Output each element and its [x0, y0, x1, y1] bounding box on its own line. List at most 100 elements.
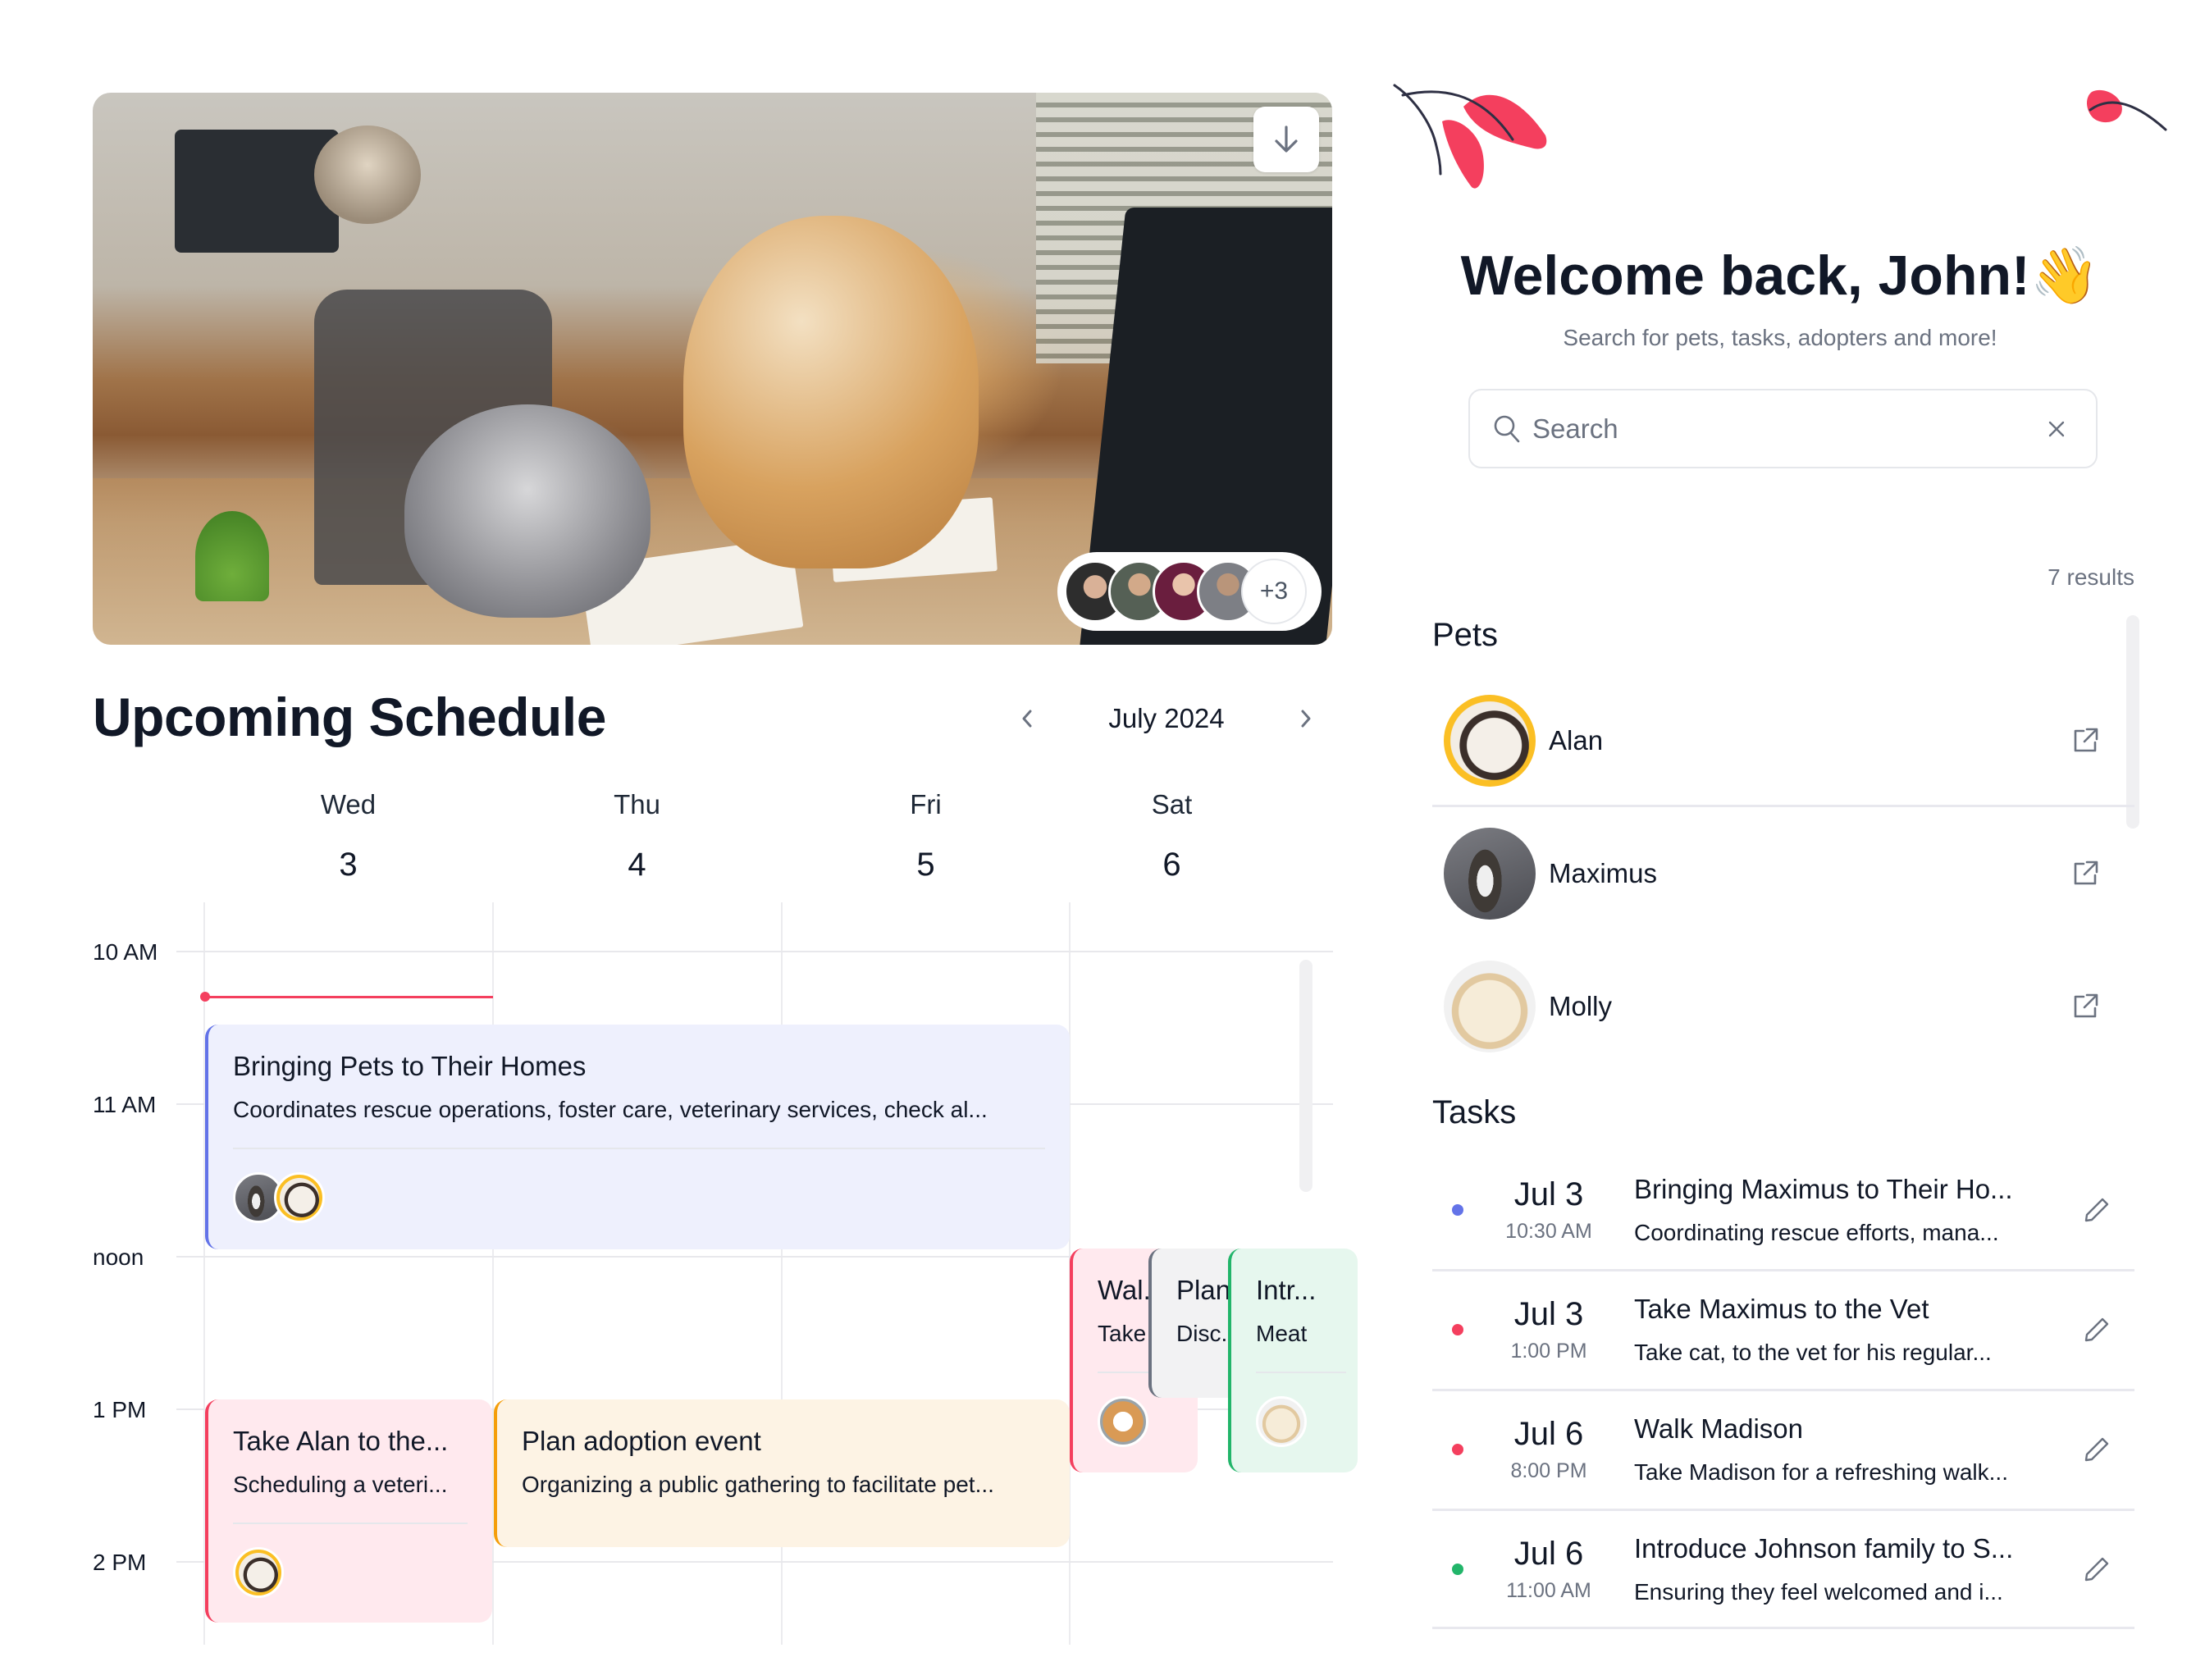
- hour-gridline: [176, 951, 1333, 952]
- event-description: Disc...: [1176, 1321, 1235, 1346]
- task-status-dot: [1452, 1204, 1463, 1216]
- task-time: 1:00 PM: [1510, 1340, 1587, 1363]
- day-header-thu[interactable]: Thu 4: [493, 789, 781, 883]
- pet-avatar-molly[interactable]: [1256, 1396, 1307, 1447]
- current-time-dot: [200, 992, 210, 1002]
- event-divider: [233, 1148, 1045, 1149]
- list-divider: [1432, 1627, 2134, 1629]
- event-pet-avatars: [1256, 1396, 1346, 1447]
- day-header-sat[interactable]: Sat 6: [1028, 789, 1316, 883]
- task-title: Walk Madison: [1634, 1413, 1804, 1444]
- event-divider: [1256, 1372, 1346, 1373]
- event-introduce[interactable]: Intr... Meat: [1228, 1249, 1358, 1472]
- welcome-text: Welcome back, John!: [1460, 244, 2030, 307]
- search-input[interactable]: [1532, 413, 2040, 445]
- day-number: 5: [916, 847, 935, 883]
- event-title: Plan: [1176, 1275, 1231, 1305]
- pet-list-item[interactable]: Molly: [1432, 949, 2134, 1064]
- event-description: Scheduling a veteri...: [233, 1472, 448, 1497]
- task-description: Ensuring they feel welcomed and i...: [1634, 1579, 2003, 1605]
- external-link-icon: [2074, 861, 2098, 885]
- task-date: Jul 3 1:00 PM: [1485, 1296, 1613, 1363]
- day-number: 3: [339, 847, 358, 883]
- edit-task-button[interactable]: [2077, 1310, 2116, 1349]
- edit-task-button[interactable]: [2077, 1190, 2116, 1230]
- month-label: July 2024: [1108, 703, 1225, 733]
- more-members-count[interactable]: +3: [1241, 559, 1307, 624]
- event-title: Bringing Pets to Their Homes: [233, 1051, 587, 1081]
- arrow-down-icon: [1275, 126, 1298, 153]
- prev-month-button[interactable]: [1011, 699, 1043, 738]
- schedule-title: Upcoming Schedule: [93, 687, 606, 747]
- clear-search-button[interactable]: [2040, 413, 2073, 445]
- task-day: Jul 3: [1513, 1296, 1584, 1332]
- list-divider: [1432, 805, 2134, 807]
- task-time: 8:00 PM: [1510, 1459, 1587, 1482]
- download-button[interactable]: [1253, 107, 1319, 172]
- task-title: Introduce Johnson family to S...: [1634, 1533, 2014, 1564]
- event-take-alan-vet[interactable]: Take Alan to the... Scheduling a veteri.…: [205, 1399, 492, 1623]
- task-body: Walk Madison Take Madison for a refreshi…: [1634, 1413, 2036, 1486]
- pet-avatar-molly: [1444, 961, 1536, 1052]
- task-status-dot: [1452, 1564, 1463, 1575]
- open-pet-button[interactable]: [2066, 987, 2105, 1026]
- hour-label: 2 PM: [93, 1550, 147, 1575]
- event-description: Meat: [1256, 1321, 1308, 1346]
- hero-cat: [404, 404, 651, 618]
- open-pet-button[interactable]: [2066, 721, 2105, 760]
- event-description: Organizing a public gathering to facilit…: [522, 1472, 994, 1497]
- hero-back-monitor: [175, 130, 339, 253]
- pet-name: Molly: [1549, 991, 1613, 1021]
- calendar-scrollbar[interactable]: [1299, 960, 1312, 1192]
- pencil-icon: [2084, 1557, 2109, 1582]
- task-description: Coordinating rescue efforts, mana...: [1634, 1220, 1999, 1245]
- current-time-indicator: [204, 996, 493, 998]
- task-day: Jul 6: [1513, 1536, 1584, 1572]
- task-description: Take cat, to the vet for his regular...: [1634, 1340, 1992, 1365]
- event-description: Coordinates rescue operations, foster ca…: [233, 1097, 988, 1122]
- search-icon: [1494, 415, 1520, 442]
- team-avatar-group[interactable]: +3: [1057, 552, 1322, 631]
- task-list-item[interactable]: Jul 3 10:30 AM Bringing Maximus to Their…: [1432, 1151, 2134, 1269]
- task-list-item[interactable]: Jul 3 1:00 PM Take Maximus to the Vet Ta…: [1432, 1271, 2134, 1389]
- pencil-icon: [2084, 1317, 2109, 1342]
- pet-avatar-corgi[interactable]: [1098, 1396, 1148, 1447]
- pets-heading: Pets: [1432, 617, 1499, 653]
- task-title: Bringing Maximus to Their Ho...: [1634, 1174, 2013, 1204]
- event-bringing-pets-home[interactable]: Bringing Pets to Their Homes Coordinates…: [205, 1025, 1070, 1249]
- day-number: 6: [1162, 847, 1181, 883]
- day-header-fri[interactable]: Fri 5: [782, 789, 1070, 883]
- leaf-decoration-icon: [2087, 89, 2167, 131]
- day-header-wed[interactable]: Wed 3: [204, 789, 492, 883]
- month-navigation: July 2024: [1011, 696, 1322, 742]
- wave-icon: 👋: [2029, 244, 2100, 307]
- hour-label: 1 PM: [93, 1397, 147, 1422]
- open-pet-button[interactable]: [2066, 854, 2105, 893]
- task-day: Jul 3: [1513, 1176, 1584, 1212]
- pencil-icon: [2084, 1437, 2109, 1462]
- event-plan-adoption[interactable]: Plan adoption event Organizing a public …: [494, 1399, 1070, 1547]
- task-status-dot: [1452, 1444, 1463, 1455]
- hour-label: 11 AM: [93, 1092, 157, 1117]
- task-list-item[interactable]: Jul 6 11:00 AM Introduce Johnson family …: [1432, 1510, 2134, 1628]
- task-day: Jul 6: [1513, 1416, 1584, 1452]
- pet-avatar-alan[interactable]: [233, 1547, 284, 1598]
- edit-task-button[interactable]: [2077, 1430, 2116, 1469]
- event-title: Take Alan to the...: [233, 1426, 449, 1456]
- welcome-heading: Welcome back, John!👋: [1395, 243, 2166, 308]
- pet-avatar-maximus: [1444, 828, 1536, 920]
- pet-name: Alan: [1549, 725, 1604, 756]
- pet-list-item[interactable]: Alan: [1432, 683, 2134, 798]
- task-status-dot: [1452, 1324, 1463, 1335]
- edit-task-button[interactable]: [2077, 1550, 2116, 1589]
- pet-list-item[interactable]: Maximus: [1432, 816, 2134, 931]
- task-date: Jul 6 11:00 AM: [1485, 1536, 1613, 1603]
- next-month-button[interactable]: [1290, 699, 1322, 738]
- hour-label: 10 AM: [93, 939, 158, 965]
- task-time: 10:30 AM: [1505, 1220, 1592, 1243]
- task-list-item[interactable]: Jul 6 8:00 PM Walk Madison Take Madison …: [1432, 1390, 2134, 1509]
- search-box[interactable]: [1468, 389, 2098, 468]
- task-date: Jul 6 8:00 PM: [1485, 1416, 1613, 1483]
- pet-avatar-alan[interactable]: [274, 1172, 325, 1223]
- day-name: Sat: [1151, 789, 1193, 819]
